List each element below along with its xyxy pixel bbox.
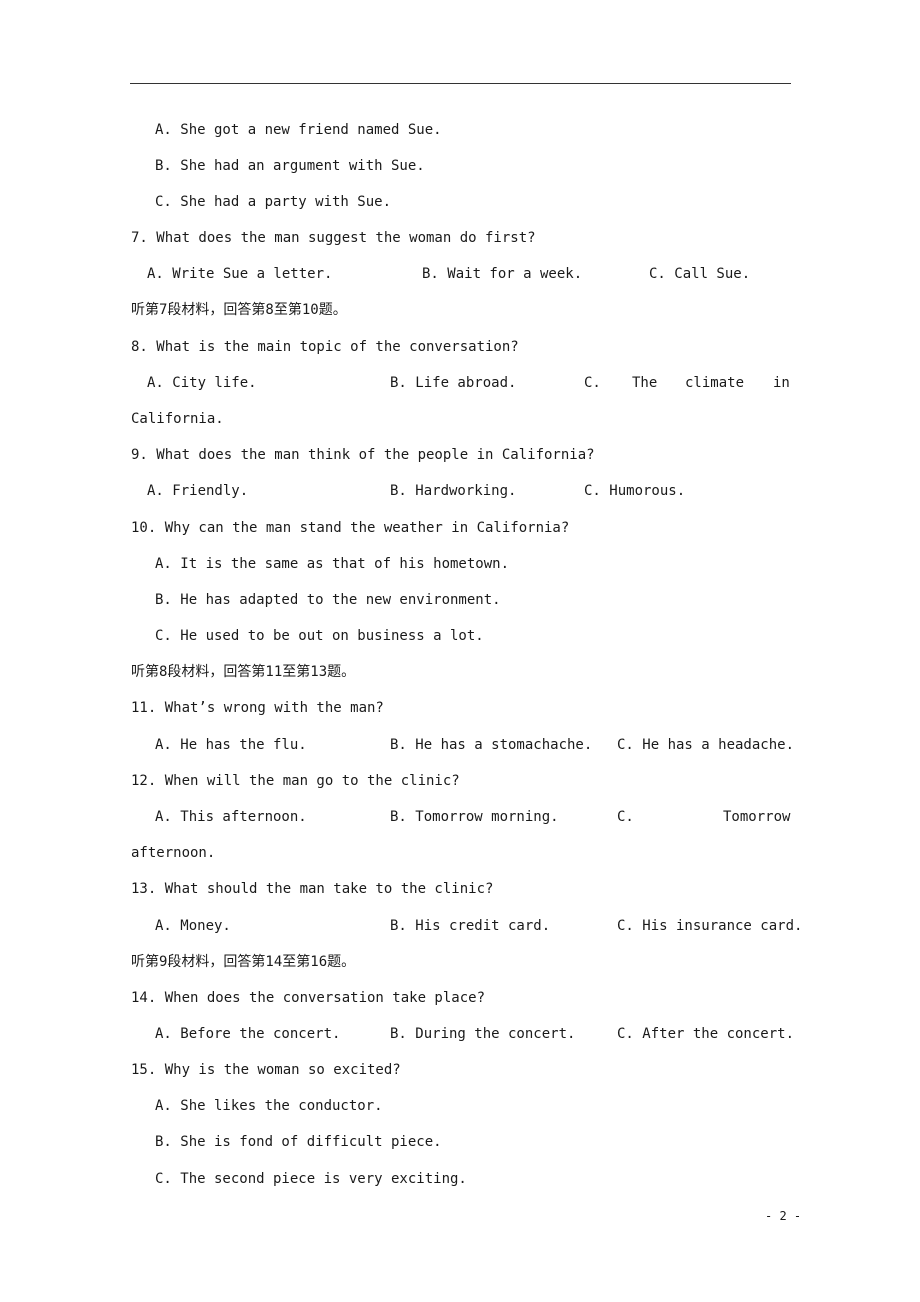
q6-option-b: B. She had an argument with Sue. <box>155 158 425 174</box>
q12-option-c-label: C. <box>617 809 634 825</box>
q11-option-c: C. He has a headache. <box>617 737 795 753</box>
q14-option-a: A. Before the concert. <box>155 1026 341 1042</box>
q6-option-a: A. She got a new friend named Sue. <box>155 122 442 138</box>
q8-option-b: B. Life abroad. <box>390 375 517 391</box>
q15-option-b: B. She is fond of difficult piece. <box>155 1134 442 1150</box>
q9-option-c: C. Humorous. <box>584 483 686 499</box>
q12-option-c-wrap: afternoon. <box>131 845 216 861</box>
q15-option-c: C. The second piece is very exciting. <box>155 1171 467 1187</box>
q13-option-c: C. His insurance card. <box>617 918 803 934</box>
q12-option-a: A. This afternoon. <box>155 809 307 825</box>
q7-option-a: A. Write Sue a letter. <box>147 266 333 282</box>
q10-option-b: B. He has adapted to the new environment… <box>155 592 501 608</box>
q8-option-c-wrap: California. <box>131 411 224 427</box>
q9-text: 9. What does the man think of the people… <box>131 447 595 463</box>
q11-text: 11. What’s wrong with the man? <box>131 700 384 716</box>
q7-text: 7. What does the man suggest the woman d… <box>131 230 536 246</box>
q12-option-b: B. Tomorrow morning. <box>390 809 559 825</box>
q8-option-c-word2: climate <box>685 375 745 391</box>
q10-text: 10. Why can the man stand the weather in… <box>131 520 570 536</box>
q8-option-a: A. City life. <box>147 375 257 391</box>
q14-option-b: B. During the concert. <box>390 1026 576 1042</box>
section-instruction-9: 听第9段材料，回答第14至第16题。 <box>131 954 356 970</box>
q15-option-a: A. She likes the conductor. <box>155 1098 383 1114</box>
q10-option-a: A. It is the same as that of his hometow… <box>155 556 510 572</box>
q12-option-c-word1: Tomorrow <box>723 809 791 825</box>
q11-option-a: A. He has the flu. <box>155 737 307 753</box>
q8-option-c-label: C. <box>584 375 601 391</box>
q8-text: 8. What is the main topic of the convers… <box>131 339 519 355</box>
q12-text: 12. When will the man go to the clinic? <box>131 773 460 789</box>
q8-option-c-word1: The <box>632 375 658 391</box>
q11-option-b: B. He has a stomachache. <box>390 737 593 753</box>
q9-option-b: B. Hardworking. <box>390 483 517 499</box>
header-rule <box>130 83 791 84</box>
q14-text: 14. When does the conversation take plac… <box>131 990 486 1006</box>
section-instruction-7: 听第7段材料，回答第8至第10题。 <box>131 302 347 318</box>
page-number: - 2 - <box>765 1209 802 1223</box>
section-instruction-8: 听第8段材料，回答第11至第13题。 <box>131 664 356 680</box>
q15-text: 15. Why is the woman so excited? <box>131 1062 401 1078</box>
q6-option-c: C. She had a party with Sue. <box>155 194 392 210</box>
q8-option-c-word3: in <box>773 375 790 391</box>
q13-text: 13. What should the man take to the clin… <box>131 881 494 897</box>
q7-option-c: C. Call Sue. <box>649 266 751 282</box>
q10-option-c: C. He used to be out on business a lot. <box>155 628 484 644</box>
q13-option-b: B. His credit card. <box>390 918 551 934</box>
q7-option-b: B. Wait for a week. <box>422 266 583 282</box>
q14-option-c: C. After the concert. <box>617 1026 795 1042</box>
q13-option-a: A. Money. <box>155 918 231 934</box>
q9-option-a: A. Friendly. <box>147 483 249 499</box>
